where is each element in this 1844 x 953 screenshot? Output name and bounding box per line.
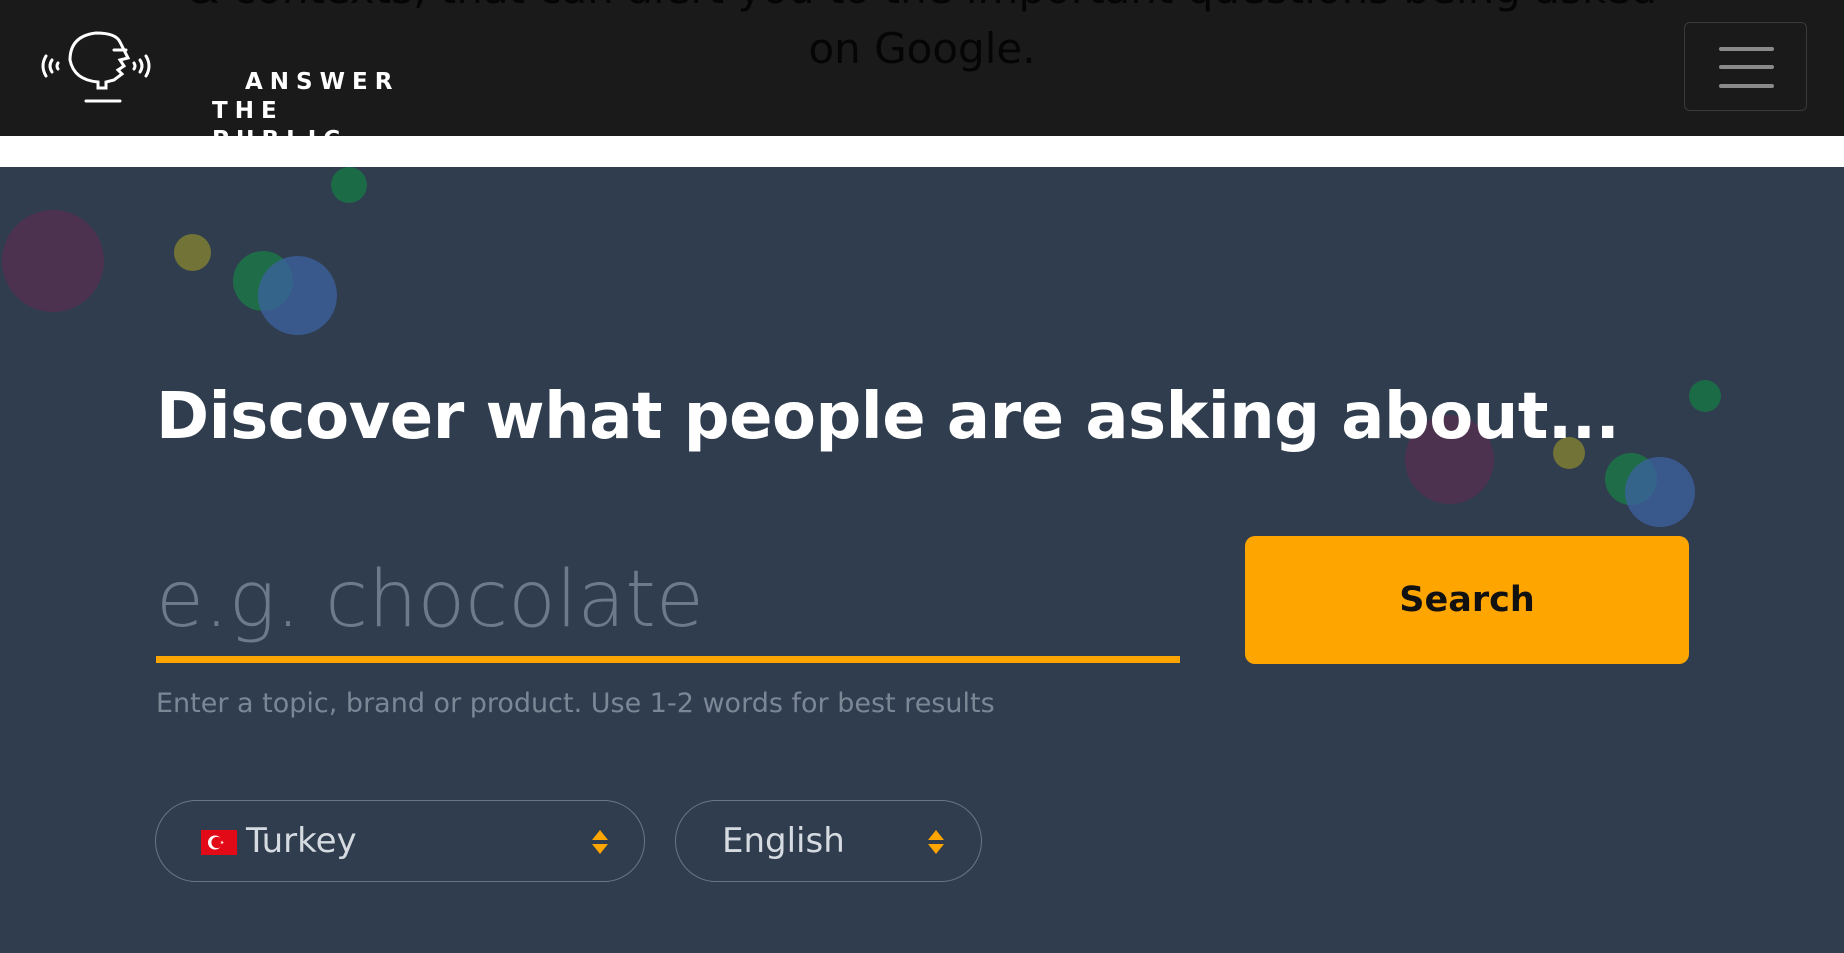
turkey-flag-icon — [201, 830, 237, 855]
language-select[interactable]: English — [675, 800, 982, 882]
answer-the-public-logo[interactable]: ANSWER THE PUBLIC — [36, 28, 396, 136]
search-input-underline — [156, 656, 1180, 663]
hamburger-menu-icon-bottom — [1719, 84, 1774, 88]
decorative-bubble — [331, 167, 367, 203]
logo-line-1: ANSWER — [245, 69, 400, 95]
speaking-head-logo-icon — [41, 31, 151, 103]
language-select-value: English — [722, 821, 845, 861]
sort-arrows-icon — [592, 830, 608, 854]
decorative-bubble — [2, 210, 104, 312]
logo-wordmark: ANSWER THE PUBLIC — [212, 68, 399, 136]
hamburger-menu-icon — [1719, 47, 1774, 51]
decorative-bubble — [1689, 380, 1721, 412]
logo-line-2: THE PUBLIC — [212, 98, 340, 136]
country-select[interactable]: Turkey — [155, 800, 645, 882]
sort-arrows-icon — [928, 830, 944, 854]
page-headline: Discover what people are asking about... — [156, 380, 1620, 454]
menu-button[interactable] — [1684, 22, 1807, 111]
search-button[interactable]: Search — [1245, 536, 1689, 664]
dot-pattern — [1122, 154, 1460, 156]
country-select-value: Turkey — [246, 821, 357, 861]
search-input[interactable] — [156, 555, 1180, 645]
dot-pattern — [988, 142, 1536, 144]
hamburger-menu-icon-middle — [1719, 65, 1774, 69]
site-header: & contexts, that can alert you to the im… — [0, 0, 1844, 136]
decorative-bubble — [258, 256, 337, 335]
decorative-bubble — [174, 234, 211, 271]
background-copy-line-1: & contexts, that can alert you to the im… — [0, 0, 1844, 13]
decorative-bubble — [1625, 457, 1695, 527]
header-divider-strip — [0, 136, 1844, 167]
search-hint: Enter a topic, brand or product. Use 1-2… — [156, 688, 995, 719]
